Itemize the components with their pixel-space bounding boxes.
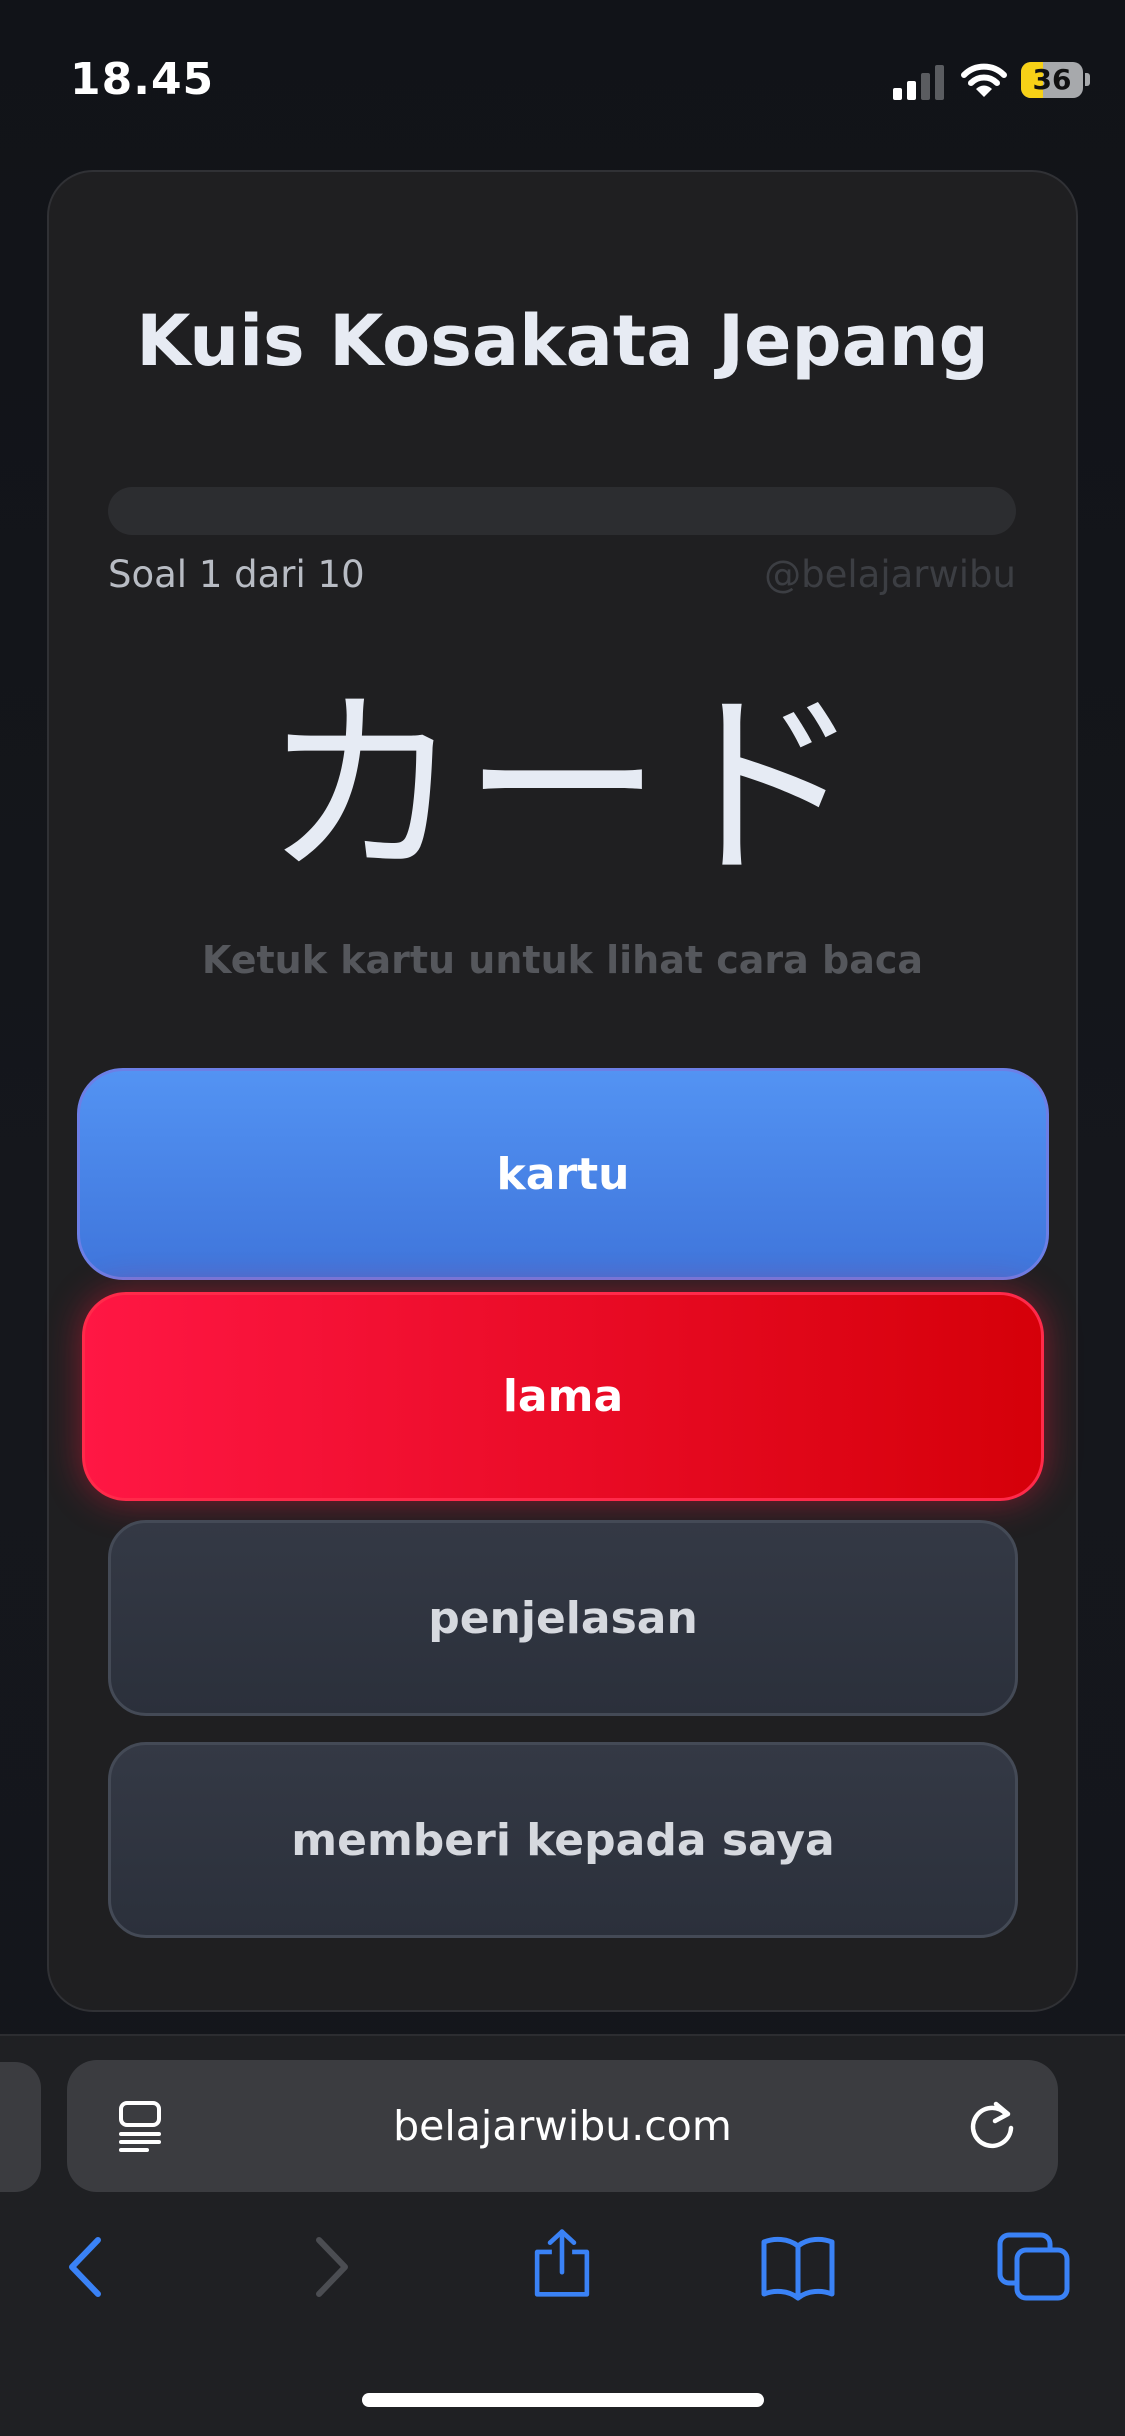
tabs-icon[interactable] <box>997 2232 1071 2302</box>
reload-icon[interactable] <box>966 2100 1018 2152</box>
back-icon[interactable] <box>52 2232 122 2302</box>
wifi-icon <box>961 63 1007 97</box>
battery-percent: 36 <box>1032 63 1072 96</box>
answer-option-label: kartu <box>496 1148 630 1200</box>
home-indicator[interactable] <box>362 2393 764 2407</box>
answer-option[interactable]: penjelasan <box>108 1520 1018 1716</box>
battery-tip <box>1085 73 1090 86</box>
share-icon[interactable] <box>527 2228 597 2298</box>
answer-option[interactable]: memberi kepada saya <box>108 1742 1018 1938</box>
phone-screen: 18.45 36 Kuis Kosakata Jepang Soal 1 dar… <box>0 0 1125 2436</box>
answer-option-label: penjelasan <box>428 1592 698 1644</box>
status-time: 18.45 <box>70 54 215 105</box>
question-counter: Soal 1 dari 10 <box>108 553 365 596</box>
answer-option-wrong[interactable]: lama <box>82 1292 1044 1501</box>
answer-option-label: memberi kepada saya <box>291 1814 835 1866</box>
watermark: @belajarwibu <box>764 553 1016 596</box>
battery-icon: 36 <box>1021 62 1083 98</box>
answer-option-correct[interactable]: kartu <box>77 1068 1049 1280</box>
forward-icon[interactable] <box>295 2232 365 2302</box>
url-text: belajarwibu.com <box>393 2102 732 2150</box>
quiz-title: Kuis Kosakata Jepang <box>136 300 989 382</box>
progress-bar <box>108 487 1016 535</box>
cellular-signal-icon <box>893 64 945 100</box>
address-bar[interactable]: belajarwibu.com <box>67 2060 1058 2192</box>
reading-hint: Ketuk kartu untuk lihat cara baca <box>201 938 924 982</box>
answer-option-label: lama <box>502 1371 624 1422</box>
previous-tab-peek[interactable] <box>0 2062 41 2192</box>
bookmarks-icon[interactable] <box>760 2232 836 2302</box>
vocabulary-word-card[interactable]: カード <box>0 668 1125 908</box>
